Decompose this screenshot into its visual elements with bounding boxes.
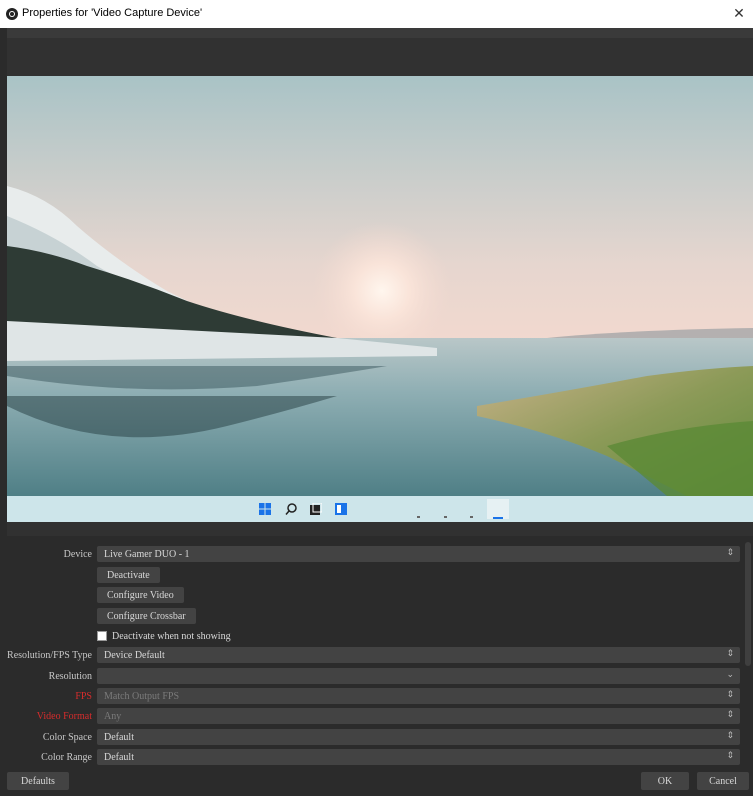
up-down-arrow-icon: ⇕: [726, 548, 734, 558]
obs-logo-icon: [6, 8, 18, 20]
color-range-value: Default: [104, 752, 134, 763]
taskbar-active-app: [487, 499, 509, 519]
deactivate-when-not-showing-checkbox[interactable]: [97, 631, 107, 641]
taskbar: [7, 496, 753, 522]
title-bar: Properties for 'Video Capture Device' ✕: [0, 0, 753, 28]
resolution-fps-type-select[interactable]: Device Default ⇕: [97, 647, 740, 663]
video-format-value: Any: [104, 711, 122, 722]
up-down-arrow-icon: ⇕: [726, 731, 734, 741]
task-view-icon: [310, 503, 322, 515]
color-range-select[interactable]: Default ⇕: [97, 749, 740, 765]
window-title: Properties for 'Video Capture Device': [22, 7, 203, 19]
device-row: Device Live Gamer DUO - 1 ⇕: [0, 546, 753, 564]
video-format-select[interactable]: Any ⇕: [97, 708, 740, 724]
deactivate-button[interactable]: Deactivate: [97, 567, 160, 583]
configure-crossbar-button[interactable]: Configure Crossbar: [97, 608, 196, 624]
color-range-label: Color Range: [41, 752, 92, 763]
search-icon: [285, 503, 297, 515]
up-down-arrow-icon: ⇕: [726, 751, 734, 761]
up-down-arrow-icon: ⇕: [726, 649, 734, 659]
video-format-row: Video Format Any ⇕: [0, 708, 753, 726]
fps-label: FPS: [75, 691, 92, 702]
preview-image: [7, 76, 753, 496]
fps-value: Match Output FPS: [104, 691, 180, 702]
resolution-label: Resolution: [48, 671, 92, 682]
fps-select[interactable]: Match Output FPS ⇕: [97, 688, 740, 704]
color-range-row: Color Range Default ⇕: [0, 749, 753, 767]
windows-start-icon: [259, 503, 271, 515]
fps-row: FPS Match Output FPS ⇕: [0, 688, 753, 706]
chevron-down-icon: ⌄: [726, 670, 734, 680]
up-down-arrow-icon: ⇕: [726, 710, 734, 720]
device-value: Live Gamer DUO - 1: [104, 549, 190, 560]
device-select[interactable]: Live Gamer DUO - 1 ⇕: [97, 546, 740, 562]
color-space-row: Color Space Default ⇕: [0, 729, 753, 747]
resolution-fps-type-row: Resolution/FPS Type Device Default ⇕: [0, 647, 753, 665]
cancel-button[interactable]: Cancel: [697, 772, 749, 790]
properties-scrollbar[interactable]: [745, 542, 751, 666]
color-space-value: Default: [104, 732, 134, 743]
device-label: Device: [63, 549, 92, 560]
video-format-label: Video Format: [36, 711, 92, 722]
preview-area: [7, 28, 753, 536]
color-space-label: Color Space: [42, 732, 92, 743]
color-space-select[interactable]: Default ⇕: [97, 729, 740, 745]
defaults-button[interactable]: Defaults: [7, 772, 69, 790]
resolution-fps-type-value: Device Default: [104, 650, 165, 661]
taskbar-active-indicator: [493, 517, 503, 519]
close-icon[interactable]: ✕: [731, 5, 747, 22]
widgets-icon: [335, 503, 347, 515]
configure-video-button[interactable]: Configure Video: [97, 587, 184, 603]
resolution-row: Resolution ⌄: [0, 668, 753, 686]
deactivate-when-not-showing-label: Deactivate when not showing: [112, 630, 231, 642]
taskbar-indicator-dot: [417, 516, 420, 518]
taskbar-indicator-dot: [444, 516, 447, 518]
preview-top-band: [7, 28, 753, 38]
deactivate-when-not-showing-checkbox-row[interactable]: Deactivate when not showing: [97, 629, 231, 643]
resolution-fps-type-label: Resolution/FPS Type: [7, 650, 92, 661]
ok-button[interactable]: OK: [641, 772, 689, 790]
resolution-select[interactable]: ⌄: [97, 668, 740, 684]
up-down-arrow-icon: ⇕: [726, 690, 734, 700]
taskbar-indicator-dot: [470, 516, 473, 518]
